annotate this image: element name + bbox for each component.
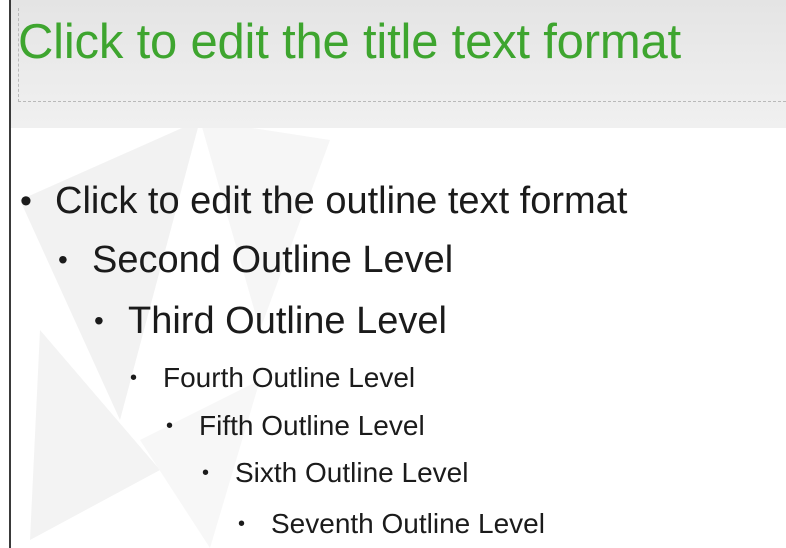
outline-item-level-2[interactable]: • Second Outline Level (0, 236, 786, 286)
outline-text: Third Outline Level (128, 300, 447, 342)
bullet-icon: • (238, 513, 246, 535)
outline-item-level-3[interactable]: • Third Outline Level (0, 297, 786, 347)
outline-item-level-6[interactable]: • Sixth Outline Level (0, 454, 786, 494)
bullet-icon: • (58, 244, 68, 275)
bullet-icon: • (94, 305, 104, 336)
outline-text: Sixth Outline Level (235, 457, 469, 488)
outline-text: Seventh Outline Level (271, 508, 545, 539)
slide-canvas[interactable]: Click to edit the title text format • Cl… (0, 0, 786, 548)
outline-item-level-4[interactable]: • Fourth Outline Level (0, 359, 786, 399)
outline-text: Fourth Outline Level (163, 362, 416, 393)
outline-text: Fifth Outline Level (199, 410, 425, 441)
bullet-icon: • (20, 182, 32, 220)
outline-item-level-7[interactable]: • Seventh Outline Level (0, 505, 786, 545)
outline-placeholder[interactable]: • Click to edit the outline text format … (0, 0, 786, 548)
bullet-icon: • (202, 462, 210, 484)
bullet-icon: • (130, 367, 138, 389)
bullet-icon: • (166, 415, 174, 437)
outline-text: Click to edit the outline text format (55, 180, 628, 222)
outline-text: Second Outline Level (92, 239, 454, 281)
outline-item-level-1[interactable]: • Click to edit the outline text format (0, 175, 786, 231)
outline-item-level-5[interactable]: • Fifth Outline Level (0, 407, 786, 447)
